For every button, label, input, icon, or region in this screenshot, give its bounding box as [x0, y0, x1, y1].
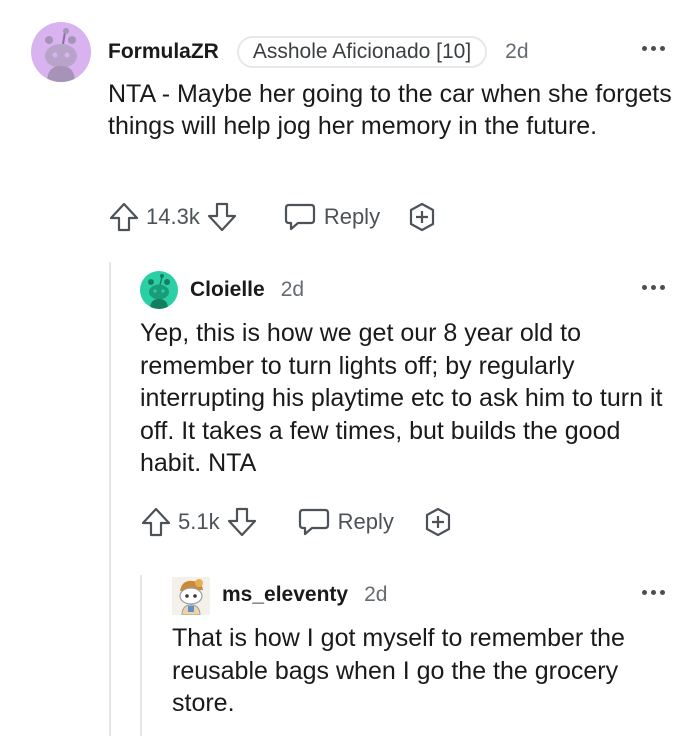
upvote-icon[interactable]: [108, 201, 140, 233]
upvote-icon[interactable]: [140, 506, 172, 538]
reply-label: Reply: [323, 204, 381, 229]
snoo-avatar-icon: [179, 579, 203, 615]
username[interactable]: Cloielle: [190, 278, 265, 302]
comment-body: That is how I got myself to remember the…: [172, 624, 625, 717]
avatar[interactable]: [140, 271, 178, 309]
timestamp: 2d: [505, 40, 529, 63]
timestamp: 2d: [364, 583, 388, 606]
comment-actions: 5.1k Reply: [140, 504, 454, 540]
award-icon[interactable]: [422, 506, 454, 538]
snoo-avatar-icon: [45, 28, 77, 82]
more-options-icon[interactable]: [642, 590, 665, 595]
snoo-avatar-icon: [148, 274, 170, 309]
comment-body: Yep, this is how we get our 8 year old t…: [140, 319, 663, 477]
downvote-icon[interactable]: [226, 506, 258, 538]
comment-actions: 14.3k Reply: [108, 199, 438, 235]
reply-icon: [298, 508, 329, 536]
avatar[interactable]: [31, 22, 91, 82]
thread-line-level-2[interactable]: [140, 575, 142, 736]
reply-button[interactable]: Reply: [284, 202, 380, 232]
timestamp: 2d: [280, 278, 305, 301]
vote-count: 14.3k: [146, 204, 200, 229]
downvote-icon[interactable]: [206, 201, 238, 233]
more-options-icon[interactable]: [642, 285, 665, 290]
vote-count: 5.1k: [178, 509, 220, 534]
comment-header: ms_eleventy 2d: [222, 579, 387, 611]
comment-body: NTA - Maybe her going to the car when sh…: [108, 80, 672, 140]
comment-header: Cloielle 2d: [190, 274, 304, 306]
comment-header: FormulaZR Asshole Aficionado [10] 2d: [108, 34, 529, 70]
avatar[interactable]: [172, 577, 210, 615]
reply-label: Reply: [337, 509, 394, 534]
username[interactable]: FormulaZR: [108, 40, 219, 64]
thread-line-level-1[interactable]: [109, 262, 111, 736]
reply-button[interactable]: Reply: [298, 507, 394, 537]
reply-icon: [284, 203, 315, 231]
username[interactable]: ms_eleventy: [222, 583, 348, 607]
user-flair: Asshole Aficionado [10]: [236, 36, 488, 68]
more-options-icon[interactable]: [642, 46, 665, 51]
award-icon[interactable]: [406, 201, 438, 233]
